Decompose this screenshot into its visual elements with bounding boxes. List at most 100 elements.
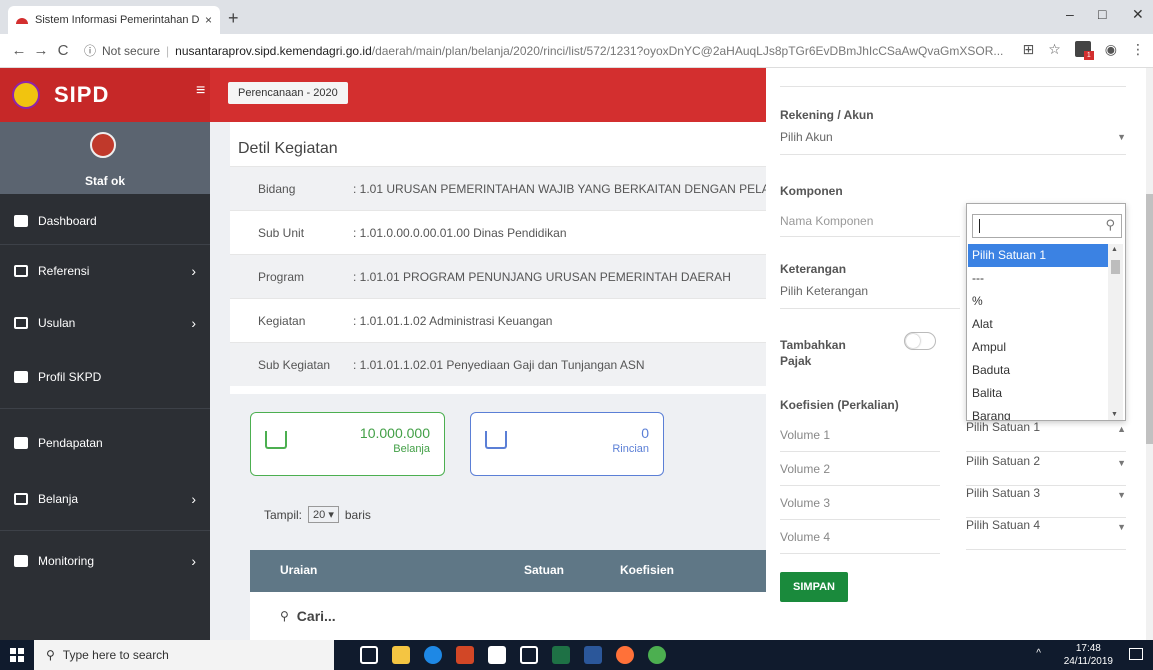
file-explorer-icon[interactable]	[392, 646, 410, 664]
belanja-value: 10.000.000	[359, 425, 430, 441]
sidebar-item-pendapatan[interactable]: Pendapatan	[0, 420, 210, 466]
satuan-2-select[interactable]: Pilih Satuan 2 ▼	[966, 454, 1126, 486]
scroll-down-icon[interactable]: ▼	[1111, 411, 1118, 418]
sidebar-item-label: Dashboard	[38, 214, 97, 228]
dropdown-option[interactable]: %	[968, 290, 1108, 313]
chevron-down-icon[interactable]: ▼	[1117, 132, 1126, 142]
edge-icon[interactable]	[424, 646, 442, 664]
dropdown-search-input[interactable]: ⚲	[972, 214, 1122, 238]
sidebar-item-label: Belanja	[38, 492, 79, 506]
keterangan-select[interactable]: Pilih Keterangan	[780, 284, 868, 298]
chat-icon	[14, 317, 28, 329]
notification-icon[interactable]	[1129, 648, 1143, 660]
forward-button[interactable]: →	[30, 42, 52, 59]
satuan-4-select[interactable]: Pilih Satuan 4 ▼	[966, 518, 1126, 550]
sidebar-item-usulan[interactable]: Usulan ›	[0, 300, 210, 346]
sidebar-item-belanja[interactable]: Belanja ›	[0, 476, 210, 522]
back-button[interactable]: ←	[8, 42, 30, 59]
volume-3-input[interactable]: Volume 3	[780, 486, 940, 520]
word-icon[interactable]	[584, 646, 602, 664]
tray-chevron-up-icon[interactable]: ^	[1036, 648, 1041, 659]
profile-icon[interactable]: ◉	[1105, 41, 1117, 58]
scrollbar-thumb[interactable]	[1146, 194, 1153, 444]
powerpoint-icon[interactable]	[456, 646, 474, 664]
chevron-up-icon: ▲	[1117, 424, 1126, 434]
dropdown-scroll-thumb[interactable]	[1111, 260, 1120, 274]
page-scrollbar[interactable]	[1146, 68, 1153, 640]
field-divider	[780, 308, 960, 309]
task-view-icon[interactable]	[360, 646, 378, 664]
extension-icon[interactable]: 1	[1074, 41, 1094, 60]
pajak-toggle[interactable]	[904, 332, 936, 350]
column-header-uraian[interactable]: Uraian	[280, 563, 317, 577]
dropdown-scrollbar[interactable]: ▲ ▼	[1108, 244, 1123, 420]
dropdown-option[interactable]: Alat	[968, 313, 1108, 336]
rincian-stat-box[interactable]: 0 Rincian	[470, 412, 664, 476]
top-header: ≡ Perencanaan - 2020	[196, 68, 766, 122]
volume-1-input[interactable]: Volume 1	[780, 418, 940, 452]
search-icon: ⚲	[1105, 217, 1115, 232]
bookmark-star-icon[interactable]: ☆	[1048, 41, 1061, 58]
period-selector[interactable]: Perencanaan - 2020	[228, 82, 348, 104]
minimize-button[interactable]: –	[1066, 6, 1074, 22]
koefisien-label: Koefisien (Perkalian)	[780, 398, 899, 412]
firefox-icon[interactable]	[616, 646, 634, 664]
chevron-down-icon: ▼	[1117, 490, 1126, 500]
info-icon[interactable]: ⓘ	[84, 42, 96, 59]
url-field[interactable]: ⓘ Not secure | nusantaraprov.sipd.kemend…	[84, 38, 1014, 64]
browser-tab[interactable]: Sistem Informasi Pemerintahan D ×	[8, 6, 220, 34]
satuan-1-select[interactable]: Pilih Satuan 1 ▲	[966, 420, 1126, 452]
tab-title: Sistem Informasi Pemerintahan D	[35, 14, 199, 26]
menu-divider	[0, 408, 210, 409]
translate-icon[interactable]: ⊞	[1022, 41, 1034, 58]
chrome-icon[interactable]	[648, 646, 666, 664]
sidebar-item-referensi[interactable]: Referensi ›	[0, 248, 210, 294]
satuan-3-select[interactable]: Pilih Satuan 3 ▼	[966, 486, 1126, 518]
windows-start-icon[interactable]	[10, 648, 24, 662]
building-icon	[14, 555, 28, 567]
detail-row-sub-kegiatan: Sub Kegiatan : 1.01.01.1.02.01 Penyediaa…	[230, 342, 766, 386]
volume-4-input[interactable]: Volume 4	[780, 520, 940, 554]
rekening-select[interactable]: Pilih Akun	[780, 130, 833, 144]
dropdown-option[interactable]: Ampul	[968, 336, 1108, 359]
sidebar-item-dashboard[interactable]: Dashboard	[0, 198, 210, 244]
brand-name: SIPD	[54, 82, 110, 107]
dropdown-option[interactable]: Barang	[968, 405, 1108, 420]
menu-kebab-icon[interactable]: ⋮	[1131, 41, 1145, 58]
sidebar-item-profil-skpd[interactable]: Profil SKPD	[0, 354, 210, 400]
column-header-koefisien[interactable]: Koefisien	[620, 563, 674, 577]
mail-icon[interactable]	[520, 646, 538, 664]
dropdown-option[interactable]: Balita	[968, 382, 1108, 405]
window-close-button[interactable]: ✕	[1132, 6, 1144, 23]
simpan-button[interactable]: SIMPAN	[780, 572, 848, 602]
hamburger-menu-icon[interactable]: ≡	[196, 82, 205, 100]
sidebar-item-monitoring[interactable]: Monitoring ›	[0, 538, 210, 584]
page-size-select[interactable]: 20 ▾	[308, 506, 339, 523]
belanja-stat-box[interactable]: 10.000.000 Belanja	[250, 412, 445, 476]
new-tab-button[interactable]: +	[228, 8, 239, 29]
volume-2-input[interactable]: Volume 2	[780, 452, 940, 486]
dropdown-option[interactable]: Pilih Satuan 1	[968, 244, 1108, 267]
tab-close-button[interactable]: ×	[205, 13, 212, 27]
table-search-row[interactable]: ⚲ Cari...	[250, 592, 766, 640]
store-icon[interactable]	[488, 646, 506, 664]
column-header-satuan[interactable]: Satuan	[524, 563, 564, 577]
taskbar-search[interactable]: ⚲ Type here to search	[34, 640, 334, 670]
brand-header[interactable]: SIPD	[0, 68, 210, 122]
reload-button[interactable]: C	[52, 42, 74, 59]
user-avatar	[90, 132, 116, 158]
taskbar-clock[interactable]: 17:48 24/11/2019	[1064, 642, 1113, 668]
table-search-input[interactable]: Cari...	[297, 608, 336, 624]
garuda-logo-icon	[12, 81, 40, 109]
dropdown-option[interactable]: ---	[968, 267, 1108, 290]
scroll-up-icon[interactable]: ▲	[1111, 246, 1118, 253]
dropdown-options: Pilih Satuan 1 --- % Alat Ampul Baduta B…	[968, 244, 1108, 420]
dropdown-option[interactable]: Baduta	[968, 359, 1108, 382]
windows-taskbar: ⚲ Type here to search ^ 17:48 24/11/2019	[0, 640, 1153, 670]
chevron-right-icon: ›	[191, 491, 196, 507]
detail-label: Kegiatan	[258, 313, 306, 328]
maximize-button[interactable]: □	[1098, 6, 1106, 22]
wallet-icon	[14, 437, 28, 449]
excel-icon[interactable]	[552, 646, 570, 664]
komponen-input[interactable]: Nama Komponen	[780, 214, 873, 228]
